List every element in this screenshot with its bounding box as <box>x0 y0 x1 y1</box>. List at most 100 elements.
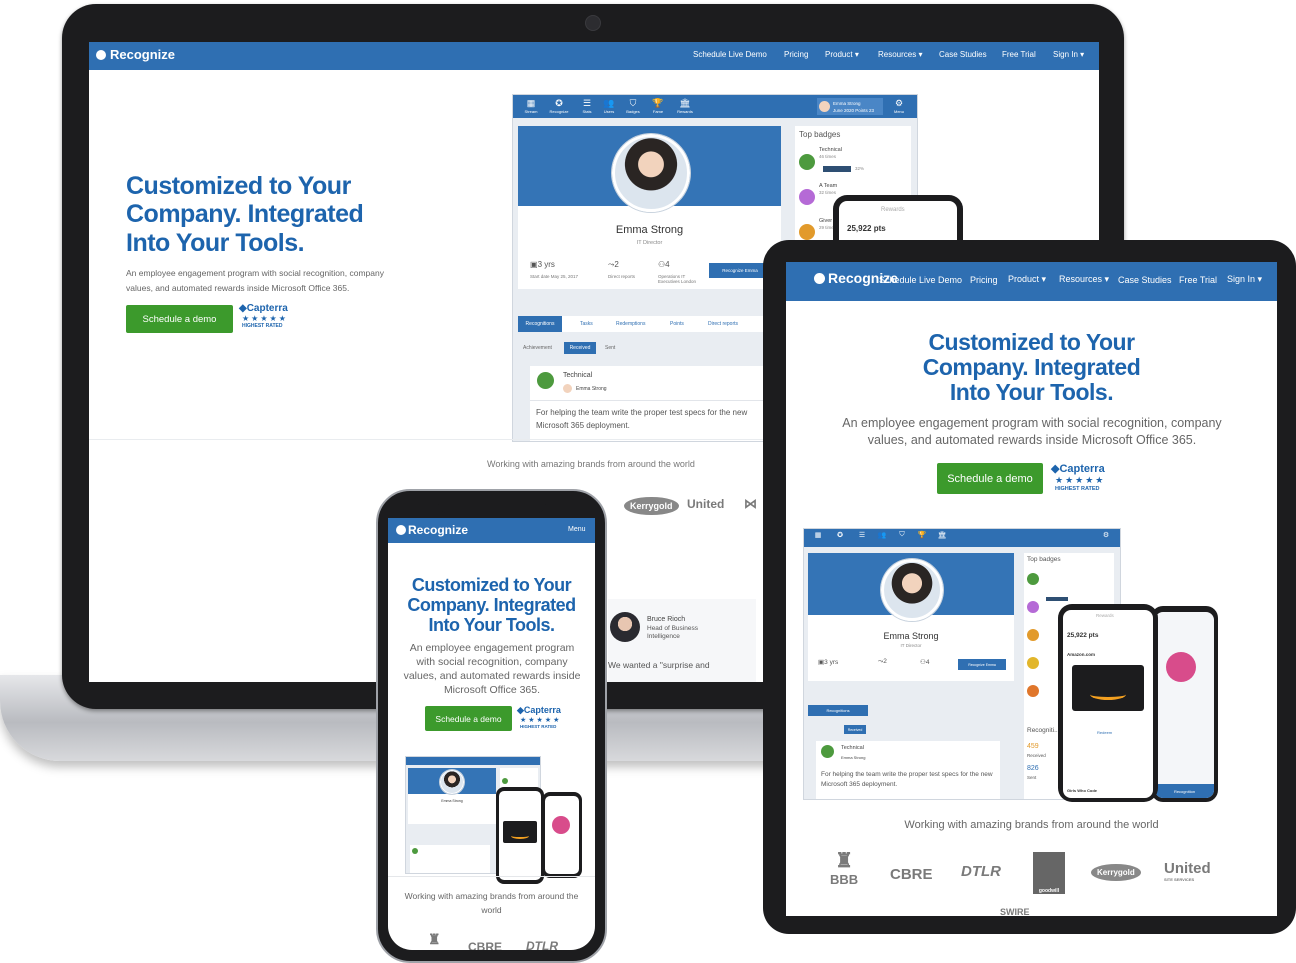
recognize-logo-icon <box>396 525 406 535</box>
nav-pricing[interactable]: Pricing <box>784 50 825 59</box>
phone-rewards-title: Rewards <box>1096 613 1114 618</box>
sent-count: 826 <box>1027 765 1039 772</box>
filter-sent[interactable]: Sent <box>605 345 615 351</box>
toolbar-label: Recognize <box>549 109 569 114</box>
gear-icon[interactable]: ⚙ Menu <box>888 98 910 114</box>
badge-name: Giver <box>819 218 833 224</box>
brands-heading: Working with amazing brands from around … <box>404 891 579 915</box>
phone-points: 25,922 pts <box>847 224 886 233</box>
schedule-demo-button[interactable]: Schedule a demo <box>126 305 233 333</box>
brand-bbb-name: BBB <box>830 872 859 887</box>
nav-pricing[interactable]: Pricing <box>970 275 1008 285</box>
badge-count: 46 times <box>819 154 837 159</box>
nav-sign-in[interactable]: Sign In ▾ <box>1053 50 1084 59</box>
app-phone-screen <box>545 796 579 874</box>
hero-title-line: Customized to Your <box>126 172 351 200</box>
filter-received[interactable]: Received <box>844 725 866 734</box>
hero-title-line: Into Your Tools. <box>126 228 305 257</box>
nav-resources[interactable]: Resources ▾ <box>1059 274 1118 285</box>
nav-free-trial[interactable]: Free Trial <box>1002 50 1053 59</box>
toolbar-label: Rewards <box>677 109 693 114</box>
logo[interactable]: Recognize <box>396 523 468 537</box>
tab-recognitions[interactable]: Recognitions <box>808 705 868 716</box>
nav-schedule-demo[interactable]: Schedule Live Demo <box>879 275 970 285</box>
stat-teams: ⚇4 <box>658 260 670 269</box>
hero-title: Customized to Your Company. Integrated I… <box>126 172 426 257</box>
chevron-down-icon: ▾ <box>1080 50 1085 59</box>
nav-case-studies[interactable]: Case Studies <box>939 50 1002 59</box>
capterra-name: Capterra <box>246 303 288 314</box>
recognize-logo-icon <box>814 272 825 284</box>
logo-text: Recognize <box>408 523 469 537</box>
section-divider <box>388 876 595 877</box>
badge-icon <box>821 745 834 758</box>
tab-recognitions[interactable]: Recognitions <box>518 316 562 332</box>
capterra-badge[interactable]: ◆Capterra ★★★★★ HIGHEST RATED <box>517 705 561 729</box>
testimonial-name: Bruce Rioch <box>647 616 686 623</box>
nav-resources[interactable]: Resources ▾ <box>878 50 939 59</box>
badge-icon <box>502 778 508 784</box>
profile-avatar <box>881 559 943 621</box>
user-chip[interactable]: Emma Strong June 2020 Points 23 <box>817 98 883 115</box>
bbb-torch-icon: ♜ <box>835 850 854 872</box>
tab-redemptions[interactable]: Redemptions <box>616 321 645 327</box>
menu-button[interactable]: Menu <box>568 526 586 533</box>
recognition-badge-name: Technical <box>563 372 593 379</box>
recognize-logo-icon <box>96 49 106 60</box>
nav-product[interactable]: Product ▾ <box>1008 274 1059 285</box>
profile-name: Emma Strong <box>615 224 684 236</box>
app-phone-screen: Recognition <box>1155 612 1214 798</box>
capterra-badge[interactable]: ◆Capterra ★★★★★ HIGHEST RATED <box>239 303 288 329</box>
brand-united-logo: United <box>687 497 725 511</box>
recognize-user-button[interactable]: Recognize Emma <box>958 659 1006 670</box>
stat-reports: ⤳2 <box>608 260 619 270</box>
nav-product-label: Product <box>825 50 853 59</box>
schedule-demo-button[interactable]: Schedule a demo <box>425 706 512 731</box>
nav-sign-in[interactable]: Sign In ▾ <box>1227 274 1262 285</box>
recognition-card: Technical Emma Strong For helping the te… <box>816 741 1000 799</box>
badge-icon <box>799 154 815 170</box>
stat-reports: ⤳2 <box>878 658 887 666</box>
stat-years: ▣3 yrs <box>818 658 838 666</box>
stream-icon: ▦ Stream <box>521 98 541 114</box>
nav-product[interactable]: Product ▾ <box>825 50 878 59</box>
brand-swire-logo: SWIRE <box>1000 907 1030 916</box>
badge-icon <box>1027 685 1039 697</box>
nav-free-trial[interactable]: Free Trial <box>1179 275 1227 285</box>
profile-name: Emma Strong <box>441 799 463 803</box>
nav-schedule-demo[interactable]: Schedule Live Demo <box>693 50 784 59</box>
filter-achievement[interactable]: Achievement <box>523 345 552 351</box>
filter-received[interactable]: Received <box>564 342 596 354</box>
stat-teams: ⚇4 <box>920 658 929 666</box>
badge-icon <box>1027 629 1039 641</box>
tab-tasks[interactable]: Tasks <box>580 321 593 327</box>
phone-screen: Recognize Menu Customized to Your Compan… <box>388 518 595 950</box>
schedule-demo-button[interactable]: Schedule a demo <box>937 463 1043 494</box>
gear-icon[interactable]: ⚙ <box>1098 531 1114 539</box>
capterra-badge[interactable]: ◆Capterra ★★★★★ HIGHEST RATED <box>1051 462 1105 492</box>
logo[interactable]: Recognize <box>96 47 175 62</box>
rating-stars: ★★★★★ <box>520 717 562 724</box>
testimonial-quote: We wanted a "surprise and <box>608 660 710 670</box>
tab-points[interactable]: Points <box>670 321 684 327</box>
nav-sign-in-label: Sign In <box>1227 274 1256 284</box>
profile-role: IT Director <box>900 643 922 648</box>
profile-role: IT Director <box>636 240 663 246</box>
recognize-user-button[interactable]: Recognize Emma <box>709 263 771 278</box>
stat-years: ▣3 yrs <box>530 260 555 269</box>
amazon-smile-icon <box>1090 689 1126 700</box>
badge-pct: 32% <box>855 166 865 171</box>
nav-case-studies[interactable]: Case Studies <box>1118 275 1179 285</box>
tab-direct-reports[interactable]: Direct reports <box>708 321 738 327</box>
badge-icon <box>1027 601 1039 613</box>
top-badges-title: Top badges <box>799 130 841 139</box>
received-label: Received <box>1027 753 1046 758</box>
badge-count: 32 times <box>819 190 837 195</box>
toolbar-label: Fame <box>652 109 664 114</box>
rewards-icon: 🏛 <box>937 532 947 539</box>
users-icon: 👥 Users <box>599 98 619 114</box>
chevron-down-icon: ▾ <box>1041 274 1047 284</box>
chevron-down-icon: ▾ <box>1104 274 1110 284</box>
hero-title-line: Into Your Tools. <box>428 615 556 635</box>
stat-teams-value: 4 <box>925 659 930 666</box>
